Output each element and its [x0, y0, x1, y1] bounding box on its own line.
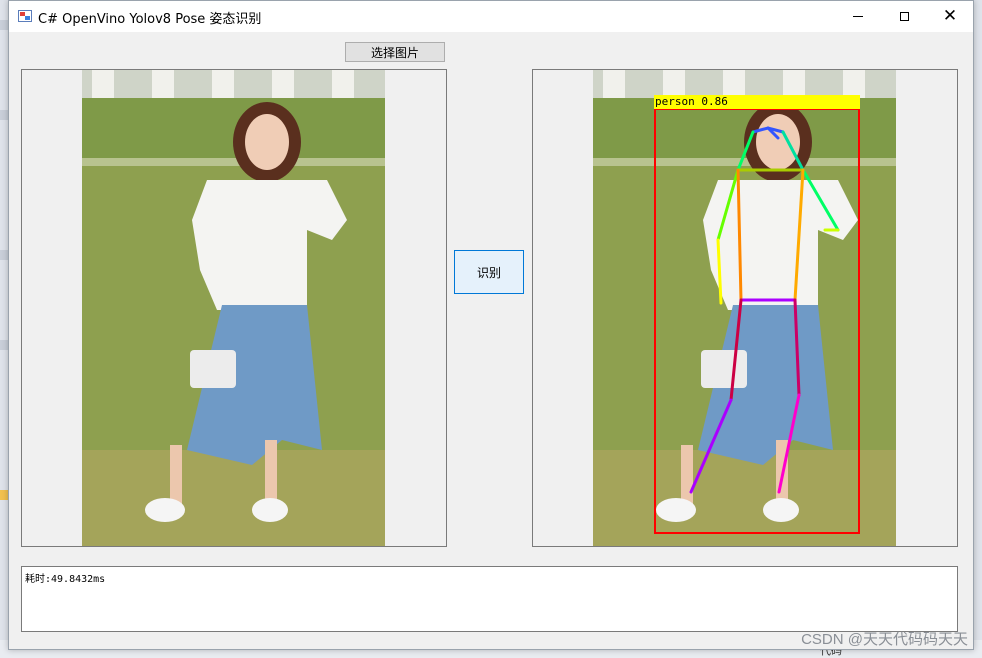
- close-icon: ✕: [942, 6, 958, 26]
- close-button[interactable]: ✕: [927, 1, 973, 32]
- original-image-box: [21, 69, 447, 547]
- maximize-icon: [899, 12, 909, 21]
- log-output[interactable]: 耗时:49.8432ms: [21, 566, 958, 632]
- app-icon: [18, 10, 32, 22]
- watermark: CSDN @天天代码码天天: [801, 631, 968, 648]
- maximize-button[interactable]: [881, 1, 927, 32]
- minimize-button[interactable]: [835, 1, 881, 32]
- window-title: C# OpenVino Yolov8 Pose 姿态识别: [38, 12, 262, 27]
- detect-button[interactable]: 识别: [454, 250, 524, 294]
- original-photo: [82, 70, 385, 546]
- detection-label: person 0.86: [655, 95, 728, 108]
- result-photo: person 0.86: [593, 70, 896, 546]
- elapsed-time-text: 耗时:49.8432ms: [25, 574, 106, 585]
- app-window: C# OpenVino Yolov8 Pose 姿态识别 ✕ 选择图片 识别 p…: [8, 0, 974, 650]
- select-image-button[interactable]: 选择图片: [345, 42, 445, 62]
- title-bar: C# OpenVino Yolov8 Pose 姿态识别 ✕: [9, 1, 973, 32]
- minimize-icon: [853, 16, 863, 17]
- result-image-box: person 0.86: [532, 69, 958, 547]
